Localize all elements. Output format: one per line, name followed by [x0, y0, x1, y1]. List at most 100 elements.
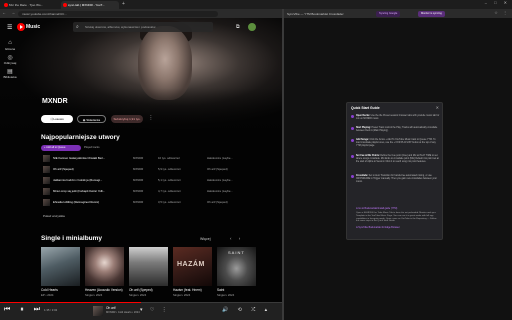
played-tracks-label[interactable]: Played tracks — [84, 145, 100, 151]
song-row[interactable]: NIE Karmen Galaxyokimka Chwiaki Beri... … — [41, 153, 259, 164]
sidebar-item-label: Biblioteka — [3, 75, 17, 79]
new-tab-icon[interactable]: + — [122, 1, 125, 7]
shuffle-button[interactable]: ⤮ Losowo — [41, 115, 73, 123]
carousel-arrows-icon[interactable]: ‹ › — [230, 236, 243, 241]
single-subtitle: Singiel • 2024 — [173, 293, 191, 297]
now-playing-thumbnail[interactable] — [93, 306, 103, 316]
header-actions-icon[interactable]: ☆ ⋮ — [494, 10, 509, 15]
song-album[interactable]: Oh arif (Speped) — [207, 164, 257, 175]
edge-bookmarklet-link[interactable]: ⧉ SyncVibe Bookmarklet for Edge Browser — [356, 227, 400, 229]
song-plays: 5,1 tys. odtworzeń — [158, 178, 181, 182]
ytm-logo-text[interactable]: Music — [26, 24, 40, 30]
single-card[interactable]: Cold Hearts EP • 2024 — [41, 247, 80, 297]
now-playing-title[interactable]: Oh arif — [106, 306, 116, 310]
single-title[interactable]: Cold Hearts — [41, 288, 80, 292]
singles-heading: Single i minialbumy — [41, 235, 103, 242]
single-title[interactable]: Hazám (feat. Hnem) — [173, 288, 212, 292]
top-songs-heading: Najpopularniejsze utwory — [41, 134, 120, 141]
song-album[interactable]: Oh arif (Speped) — [207, 197, 257, 208]
single-title[interactable]: Oh arif (Speped) — [129, 288, 168, 292]
now-playing-meta[interactable]: MXNDR • Cold Hearts • 2024 — [106, 311, 140, 314]
single-title[interactable]: Heaven (Acoustic Version) — [85, 288, 124, 292]
step-text: Add Songs: Click the Arrow + Add To YouT… — [356, 139, 436, 147]
sidebar-item-home[interactable]: ⌂ Główna — [0, 40, 20, 51]
progress-bar[interactable] — [0, 302, 282, 303]
song-album[interactable]: Halokomire (Laybe... — [207, 175, 257, 186]
single-card[interactable]: Heaven (Acoustic Version) Singiel • 2024 — [85, 247, 124, 297]
single-title[interactable]: Saint — [217, 288, 256, 292]
search-input[interactable]: ⌕ Szukaj utworów, albumów, wykonawców i … — [73, 22, 213, 32]
hero-fade — [0, 88, 282, 136]
song-artist[interactable]: MXNDR — [133, 197, 143, 208]
url-field[interactable]: music.youtube.com/channel/UC... — [18, 10, 218, 17]
song-title[interactable]: NIE Karmen Galaxyokimka Chwiaki Beri... — [53, 153, 105, 164]
monitor-sync-button[interactable]: Monitor is syncing — [418, 10, 445, 17]
ytm-sidebar: ⌂ Główna ◎ Odkrywaj ▤ Biblioteka — [0, 40, 20, 100]
song-artist[interactable]: MXNDR — [133, 164, 143, 175]
song-row[interactable]: Oh arif (Speped) MXNDR 5,9 tys. odtworze… — [41, 164, 259, 175]
syncing-google-button[interactable]: Syncing Google — [376, 10, 401, 17]
radio-button[interactable]: ◉ Składanka — [77, 115, 106, 123]
player-right-controls-icon[interactable]: 🔊 ⟲ ⤮ ▴ — [222, 307, 271, 313]
playback-time: 1:35 / 3:02 — [44, 308, 58, 312]
tab-label: Mxr the Race · Tjoo Wo... — [9, 3, 44, 7]
sidebar-item-library[interactable]: ▤ Biblioteka — [0, 68, 20, 79]
sidebar-item-label: Główna — [4, 47, 16, 51]
single-card[interactable]: HAZÁM Hazám (feat. Hnem) Singiel • 2024 — [173, 247, 212, 297]
song-album[interactable]: Halokomire (Laybe... — [207, 153, 257, 164]
ytm-logo-icon[interactable] — [17, 23, 25, 31]
quick-start-dialog: Quick Start Guide ✕ Open Decks: Use the … — [346, 102, 443, 240]
single-cover[interactable] — [129, 247, 168, 286]
show-all-button[interactable]: Pokaż wszystkie — [43, 214, 65, 218]
bookmarklet-guide-link[interactable]: ⧉ Go to Bookmarklet/Install guide (YTM) — [356, 208, 397, 210]
address-bar: ← → ↻ music.youtube.com/channel/UC... — [0, 9, 282, 18]
song-row[interactable]: Minut ozop się jeśli (Forkapit Kwzar Yol… — [41, 186, 259, 197]
song-plays: 10 tys. odtworzeń — [158, 156, 180, 160]
extension-header: SyncVibe — YTM Bookmarklet Crossfader Sy… — [284, 9, 512, 18]
subscribe-button[interactable]: Subskrybuj 1,91 tys. — [111, 115, 143, 123]
song-title[interactable]: Minut ozop się jeśli (Forkapit Kwzar Yol… — [53, 186, 105, 197]
more-options-icon[interactable]: ⋮ — [148, 115, 154, 123]
extension-page-title: SyncVibe — YTM Bookmarklet Crossfader — [287, 11, 344, 16]
song-thumbnail — [43, 177, 50, 184]
single-subtitle: Singiel • 2024 — [129, 293, 147, 297]
song-artist[interactable]: MXNDR — [133, 153, 143, 164]
youtube-favicon-icon — [4, 3, 8, 7]
step-bullet-icon — [351, 115, 354, 118]
song-thumbnail — [43, 199, 50, 206]
progress-fill — [0, 302, 141, 303]
sidebar-item-explore[interactable]: ◎ Odkrywaj — [0, 54, 20, 65]
avatar[interactable] — [248, 23, 256, 31]
cast-icon[interactable]: ⧉ — [236, 24, 240, 30]
browser-tab-2[interactable]: sync-tab | MXNDR - YouT... — [61, 1, 119, 9]
song-row[interactable]: Ehradia Iobliling (Reimagined Remix) MXN… — [41, 197, 259, 208]
singles-more-button[interactable]: Więcej — [200, 237, 211, 241]
single-cover[interactable] — [41, 247, 80, 286]
single-cover[interactable]: HAZÁM — [173, 247, 212, 286]
step-text: Set Cue & Mix Points: Define the Cue poi… — [356, 155, 439, 163]
song-title[interactable]: Oh arif (Speped) — [53, 164, 105, 175]
browser-tab-strip: Mxr the Race · Tjoo Wo... sync-tab | MXN… — [0, 0, 512, 9]
playback-controls-icon[interactable]: ⏮ ⏸ ⏭ — [4, 306, 44, 314]
single-cover[interactable] — [85, 247, 124, 286]
single-card[interactable]: SAINT Saint Singiel • 2024 — [217, 247, 256, 297]
song-artist[interactable]: MXNDR — [133, 175, 143, 186]
song-artist[interactable]: MXNDR — [133, 186, 143, 197]
add-all-to-queue-button[interactable]: + Add all to Queue — [41, 145, 81, 151]
ytm-header: ☰ Music ⌕ Szukaj utworów, albumów, wykon… — [0, 18, 282, 38]
track-actions-icon[interactable]: ▾ ♡ ⋮ — [140, 307, 170, 313]
song-plays: 5,9 tys. odtworzeń — [158, 167, 181, 171]
close-icon[interactable]: ✕ — [436, 105, 439, 110]
song-row[interactable]: Jaldamniu budzim z kolnik ja (Remagi... … — [41, 175, 259, 186]
song-title[interactable]: Ehradia Iobliling (Reimagined Remix) — [53, 197, 105, 208]
step-bullet-icon — [351, 155, 354, 158]
quickstart-description: Open a SHUFFLE for Tube Music Tab to hav… — [356, 212, 437, 223]
hamburger-menu-icon[interactable]: ☰ — [7, 24, 12, 31]
single-card[interactable]: Oh arif (Speped) Singiel • 2024 — [129, 247, 168, 297]
youtube-music-page: ☰ Music ⌕ Szukaj utworów, albumów, wykon… — [0, 18, 282, 320]
song-album[interactable]: Halokomire (Laybe... — [207, 186, 257, 197]
window-controls[interactable]: – □ ✕ — [485, 0, 510, 5]
single-cover[interactable]: SAINT — [217, 247, 256, 286]
browser-tab-1[interactable]: Mxr the Race · Tjoo Wo... — [2, 1, 60, 9]
song-title[interactable]: Jaldamniu budzim z kolnik ja (Remagi... — [53, 175, 105, 186]
